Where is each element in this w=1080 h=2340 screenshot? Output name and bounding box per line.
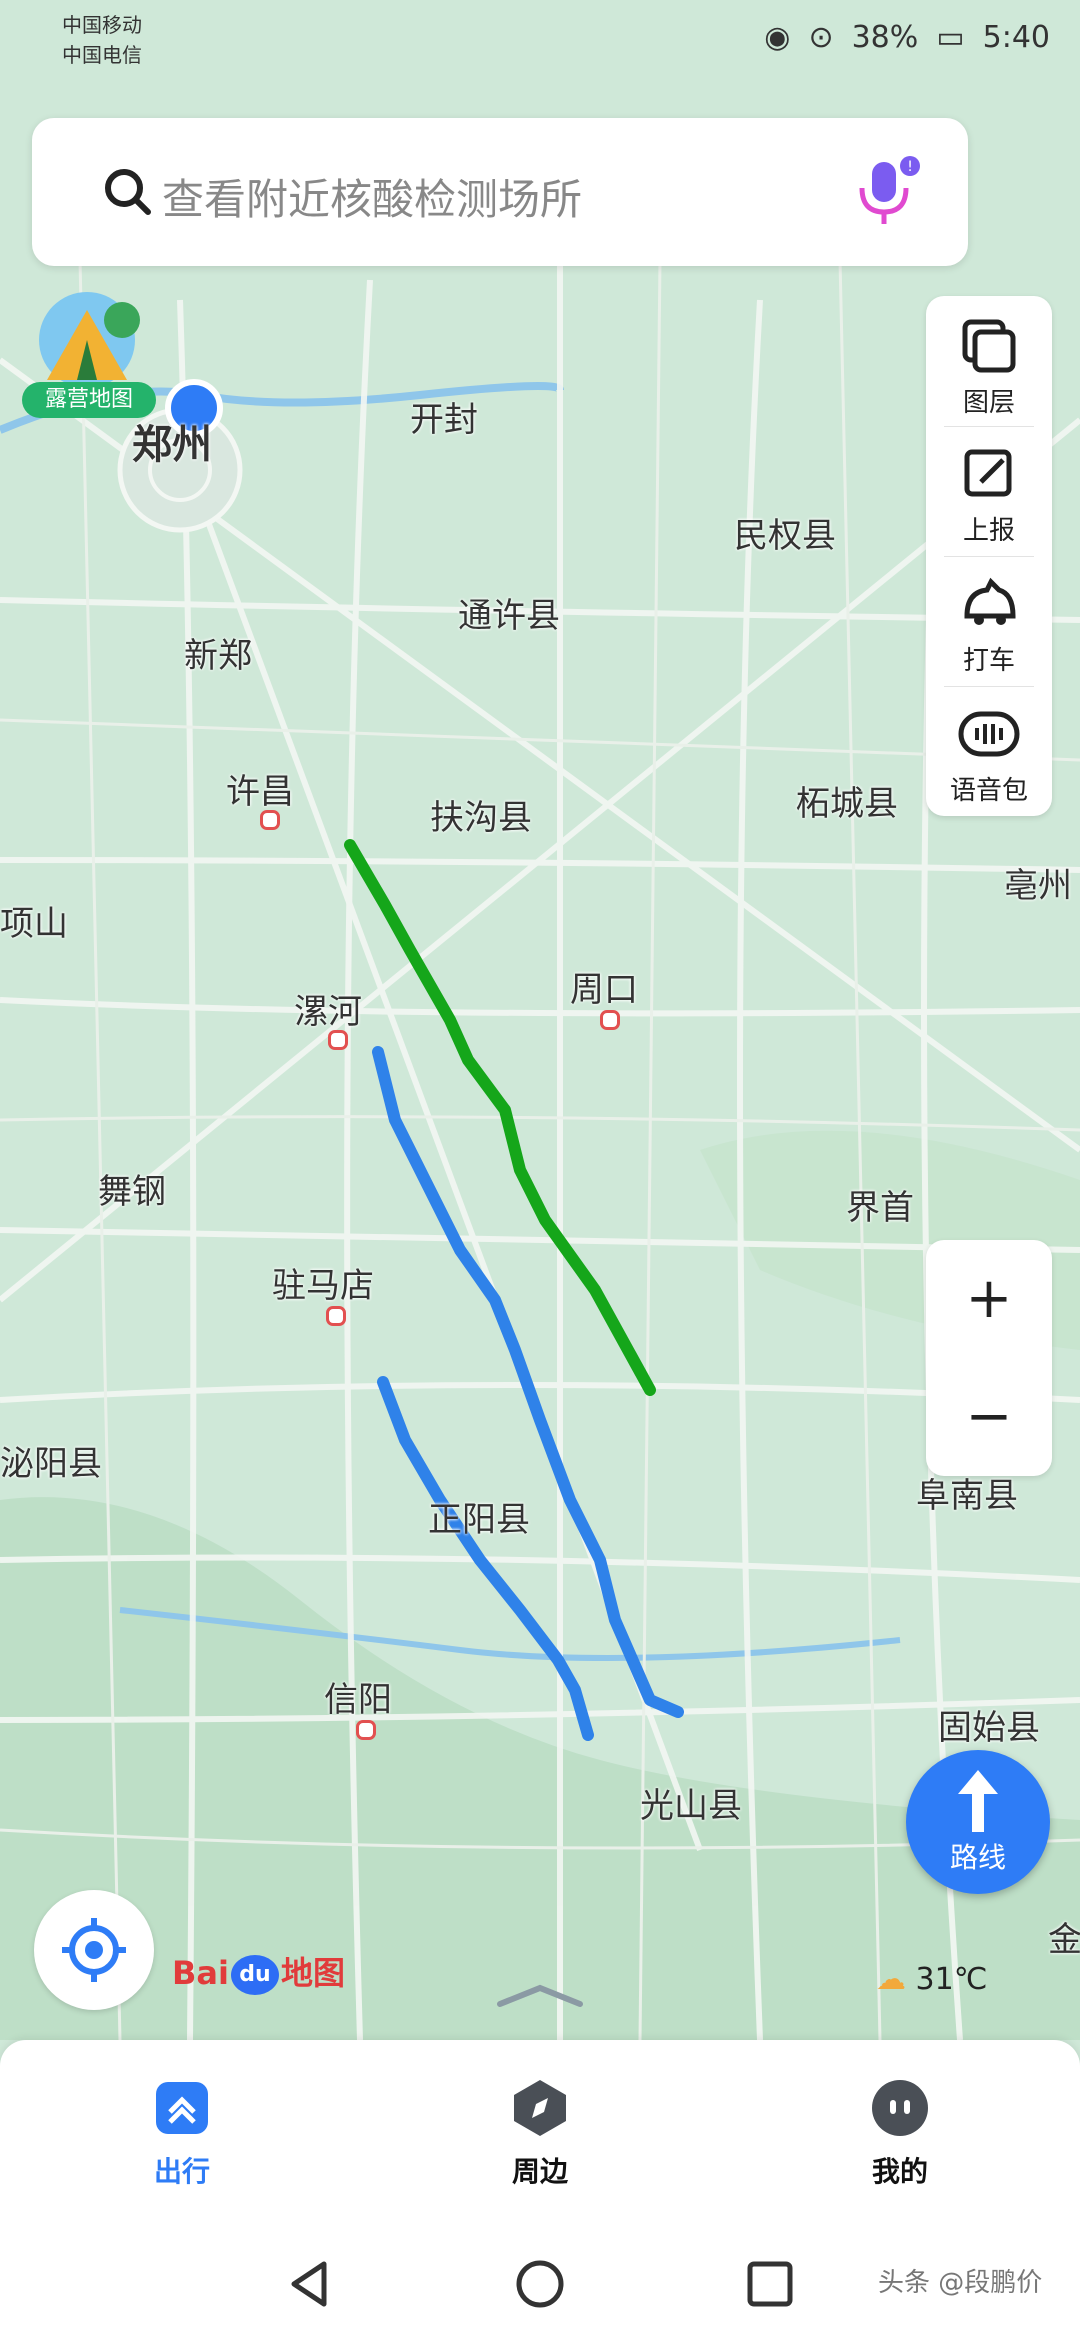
search-bar[interactable]: 查看附近核酸检测场所 !: [32, 118, 968, 266]
map-dot-luohe: [328, 1030, 348, 1050]
divider: [944, 686, 1034, 687]
map-label-fugou: 扶沟县: [430, 798, 532, 838]
map-label-jieshou: 界首: [846, 1188, 914, 1228]
map-label-gushi: 固始县: [938, 1708, 1040, 1748]
map-dot-xuchang: [260, 810, 280, 830]
divider: [944, 556, 1034, 557]
taxi-icon: [964, 577, 1016, 625]
map-dot-zhumadian: [326, 1306, 346, 1326]
layers-icon: [962, 319, 1016, 373]
status-bar: 中国移动 中国电信 ◉ ⊙ 38% ▭ 5:40: [0, 0, 1080, 80]
map-label-luohe: 漯河: [294, 992, 362, 1032]
zoom-out-button[interactable]: −: [926, 1358, 1052, 1476]
map-label-biyang: 泌阳县: [0, 1444, 102, 1484]
logo-text-left: Bai: [172, 1954, 229, 1992]
baidu-map-logo: Bai du 地图: [172, 1948, 345, 1995]
camping-map-label: 露营地图: [22, 382, 156, 418]
map-label-guangshan: 光山县: [640, 1786, 742, 1826]
map-label-zhecheng: 柘城县: [796, 784, 898, 824]
report-button[interactable]: 上报: [926, 428, 1052, 554]
map-label-xinyang: 信阳: [324, 1680, 392, 1720]
zoom-control: + −: [926, 1240, 1052, 1476]
svg-text:!: !: [907, 159, 913, 175]
taxi-button[interactable]: 打车: [926, 558, 1052, 684]
tab-nearby-label: 周边: [511, 2155, 568, 2188]
map-label-tongxu: 通许县: [458, 596, 560, 636]
map-label-zhengzhou: 郑州: [132, 422, 212, 468]
weather-widget[interactable]: ☁ 31℃: [876, 1962, 987, 1997]
map-label-zhoukou: 周口: [570, 970, 638, 1010]
voice-pack-icon: [958, 711, 1020, 757]
travel-icon: [156, 2082, 208, 2134]
map-label-xinzheng: 新郑: [184, 636, 252, 676]
route-button[interactable]: 路线: [906, 1750, 1050, 1894]
camping-map-badge[interactable]: 露营地图: [22, 290, 156, 420]
battery-icon: ▭: [936, 20, 965, 55]
layers-button[interactable]: 图层: [926, 300, 1052, 426]
side-toolbar: 图层 上报 打车 语音包: [926, 296, 1052, 816]
bottom-tab-bar: 出行 周边 我的: [0, 2040, 1080, 2230]
voice-pack-button[interactable]: 语音包: [926, 688, 1052, 814]
report-icon: [964, 449, 1012, 497]
zoom-in-button[interactable]: +: [926, 1240, 1052, 1358]
map-label-bozhou: 亳州: [1004, 866, 1072, 906]
search-icon: [105, 169, 151, 215]
clock: 5:40: [982, 20, 1050, 55]
map-label-xuchang: 许昌: [226, 772, 294, 812]
home-icon[interactable]: [510, 2254, 570, 2314]
taxi-label: 打车: [962, 646, 1015, 676]
back-icon[interactable]: [280, 2254, 340, 2314]
watermark: 头条 @段鹏价: [878, 2268, 1043, 2298]
locate-button[interactable]: [34, 1890, 154, 2010]
logo-paw: du: [230, 1955, 279, 1995]
route-arrow-icon: [958, 1770, 998, 1832]
recents-icon[interactable]: [740, 2254, 800, 2314]
tab-mine[interactable]: 我的: [810, 2070, 990, 2190]
tab-mine-label: 我的: [871, 2155, 928, 2188]
pull-up-handle-icon[interactable]: [490, 1980, 590, 2010]
route-label: 路线: [949, 1841, 1006, 1874]
tab-nearby[interactable]: 周边: [450, 2070, 630, 2190]
map-dot-xinyang: [356, 1720, 376, 1740]
map-label-xiangshan: 项山: [0, 904, 68, 944]
voice-pack-label: 语音包: [949, 776, 1028, 806]
map-label-zhengyang: 正阳县: [428, 1500, 530, 1540]
search-placeholder: 查看附近核酸检测场所: [162, 175, 583, 224]
map-dot-zhoukou: [600, 1010, 620, 1030]
eye-icon: ◉: [764, 20, 791, 55]
microphone-icon[interactable]: !: [846, 154, 926, 234]
battery-level: 38%: [851, 20, 919, 55]
tab-travel-label: 出行: [153, 2155, 210, 2188]
partly-cloudy-icon: ☁: [876, 1962, 906, 1997]
divider: [944, 426, 1034, 427]
map-label-jin: 金: [1048, 1920, 1080, 1960]
carrier-2: 中国电信: [62, 43, 142, 67]
map-label-wugang: 舞钢: [98, 1172, 166, 1212]
locate-icon: [62, 1918, 126, 1982]
tab-travel[interactable]: 出行: [92, 2070, 272, 2190]
location-icon: ⊙: [808, 20, 834, 55]
logo-text-right: 地图: [280, 1954, 345, 1992]
compass-icon: [514, 2080, 566, 2136]
carrier-1: 中国移动: [62, 13, 142, 37]
profile-icon: [872, 2080, 928, 2136]
map-label-zhumadian: 驻马店: [272, 1266, 374, 1306]
layers-label: 图层: [962, 388, 1015, 418]
map-label-kaifeng: 开封: [410, 400, 478, 440]
map-canvas[interactable]: [0, 0, 1080, 2040]
map-label-minquan: 民权县: [734, 516, 836, 556]
report-label: 上报: [962, 516, 1015, 546]
temperature: 31℃: [915, 1962, 988, 1997]
tent-icon: [39, 292, 140, 388]
